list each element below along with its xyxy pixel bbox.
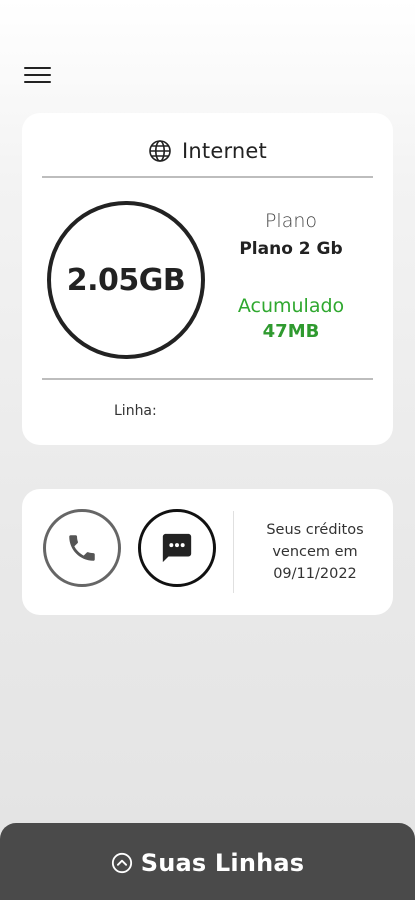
plan-label: Plano	[264, 210, 318, 232]
menu-line	[24, 67, 51, 70]
hamburger-menu-icon[interactable]	[24, 64, 51, 86]
credits-date: 09/11/2022	[273, 566, 357, 582]
credits-expiry: Seus créditos vencem em 09/11/2022	[244, 519, 386, 585]
plan-value: Plano 2 Gb	[239, 239, 343, 259]
data-balance-circle: 2.05GB	[47, 201, 205, 359]
chat-icon	[162, 533, 192, 563]
internet-card-header: Internet	[22, 137, 393, 165]
header-divider	[42, 176, 373, 178]
phone-icon	[69, 535, 95, 561]
your-lines-content: Suas Linhas	[111, 849, 305, 877]
internet-card: Internet 2.05GB Plano Plano 2 Gb Acumula…	[22, 113, 393, 445]
line-label: Linha:	[114, 403, 157, 419]
your-lines-label: Suas Linhas	[140, 849, 305, 877]
credits-line2: vencem em	[272, 544, 358, 560]
menu-line	[24, 74, 51, 77]
vertical-separator	[233, 511, 234, 593]
chevron-up-circle-icon	[111, 852, 132, 874]
accumulated-value: 47MB	[262, 321, 320, 342]
data-amount: 2.05GB	[66, 262, 186, 298]
internet-title: Internet	[182, 139, 267, 163]
chat-button[interactable]	[138, 509, 216, 587]
phone-button[interactable]	[43, 509, 121, 587]
globe-icon	[149, 140, 171, 162]
accumulated-label: Acumulado	[237, 295, 345, 317]
calls-card: Seus créditos vencem em 09/11/2022	[22, 489, 393, 615]
menu-line	[24, 81, 51, 84]
footer-divider	[42, 378, 373, 380]
plan-info: Plano Plano 2 Gb Acumulado 47MB	[222, 209, 360, 343]
your-lines-button[interactable]: Suas Linhas	[0, 823, 415, 900]
credits-line1: Seus créditos	[266, 522, 364, 538]
